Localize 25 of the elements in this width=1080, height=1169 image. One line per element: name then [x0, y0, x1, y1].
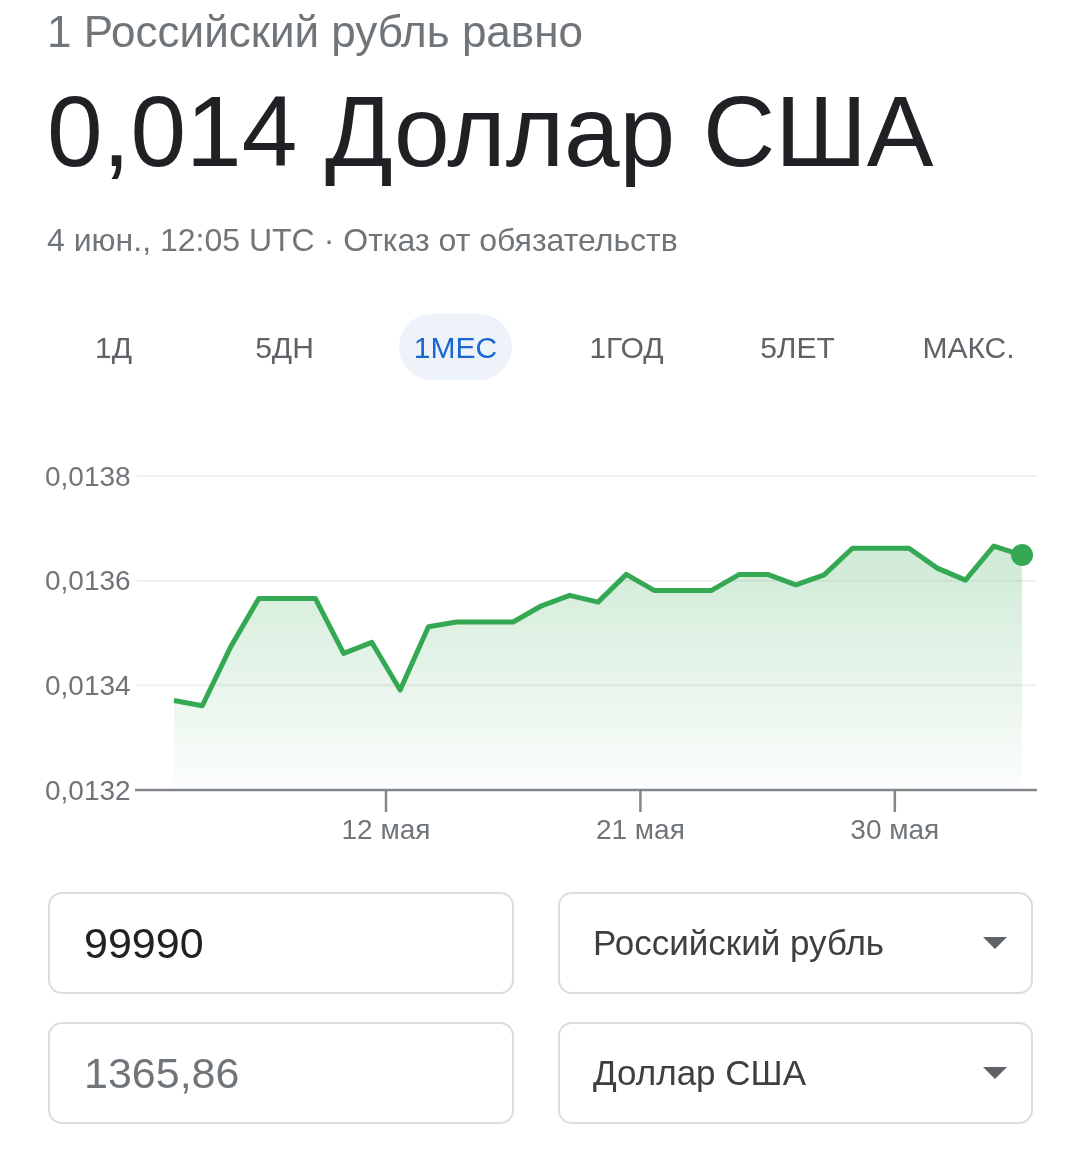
- end-point-icon: [1011, 544, 1033, 566]
- separator-text: ·: [323, 221, 335, 260]
- range-tab[interactable]: 1ГОД: [574, 314, 679, 380]
- range-tab[interactable]: МАКС.: [907, 314, 1030, 380]
- range-tab[interactable]: 5ЛЕТ: [745, 314, 850, 380]
- amount-field[interactable]: 99990: [48, 892, 514, 994]
- x-axis-label: 30 мая: [850, 813, 940, 845]
- range-tab[interactable]: 5ДН: [240, 314, 329, 380]
- exchange-rate-text: 0,014 Доллар США: [47, 76, 935, 186]
- y-axis-label: 0,0138: [45, 460, 131, 492]
- range-tab[interactable]: 1МЕС: [398, 314, 513, 380]
- currency-select[interactable]: Доллар США: [558, 1022, 1033, 1124]
- timestamp-text: 4 июн., 12:05 UTC: [47, 221, 315, 260]
- range-tab[interactable]: 1Д: [80, 314, 147, 380]
- y-axis-label: 0,0132: [45, 774, 131, 806]
- amount-field[interactable]: 1365,86: [48, 1022, 514, 1124]
- currency-select[interactable]: Российский рубль: [558, 892, 1033, 994]
- y-axis-label: 0,0134: [45, 669, 131, 701]
- subtitle-text: 1 Российский рубль равно: [47, 7, 584, 57]
- x-axis-label: 21 мая: [595, 813, 685, 845]
- disclaimer-link[interactable]: Отказ от обязательств: [343, 220, 678, 260]
- caret-down-icon: [983, 937, 1007, 949]
- x-axis-label: 12 мая: [341, 813, 431, 845]
- caret-down-icon: [983, 1067, 1007, 1079]
- y-axis-label: 0,0136: [45, 565, 131, 597]
